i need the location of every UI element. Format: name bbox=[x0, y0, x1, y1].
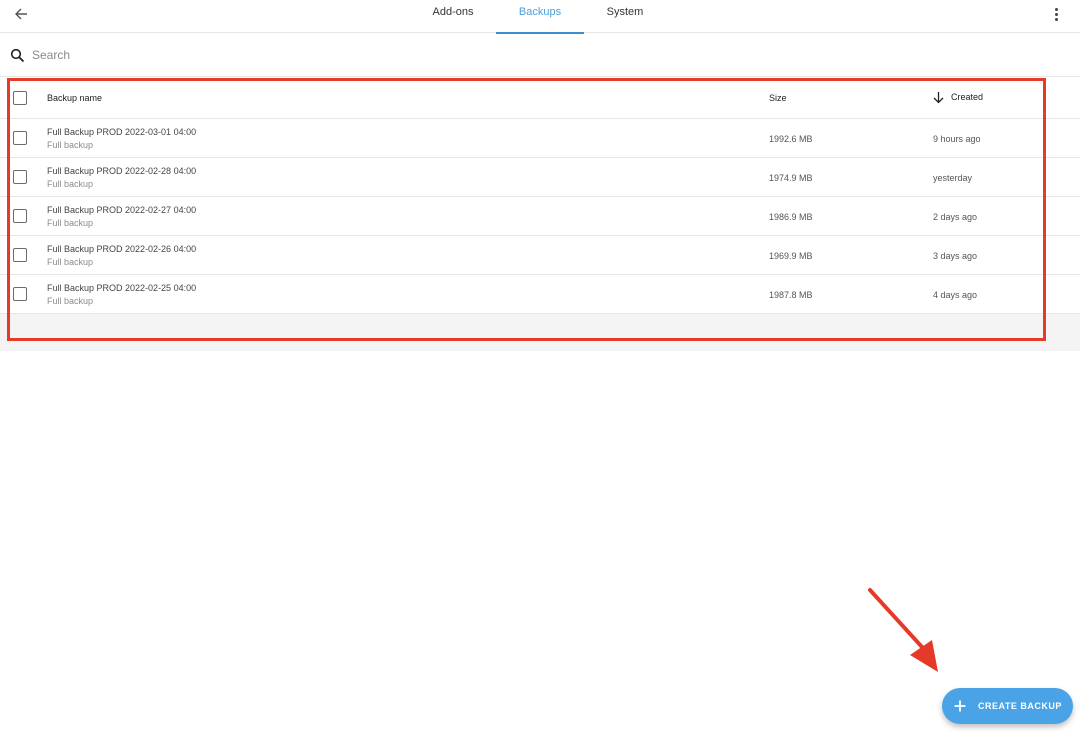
plus-icon bbox=[954, 700, 966, 712]
backup-created: yesterday bbox=[933, 173, 973, 183]
row-checkbox[interactable] bbox=[13, 287, 27, 301]
table-row[interactable]: Full Backup PROD 2022-02-25 04:00 Full b… bbox=[0, 275, 1080, 314]
table-row[interactable]: Full Backup PROD 2022-02-27 04:00 Full b… bbox=[0, 197, 1080, 236]
column-header-created[interactable]: Created bbox=[931, 90, 983, 104]
row-checkbox[interactable] bbox=[13, 170, 27, 184]
tab-add-ons[interactable]: Add-ons bbox=[410, 0, 496, 33]
backup-size: 1992.6 MB bbox=[769, 134, 813, 144]
backup-size: 1974.9 MB bbox=[769, 173, 813, 183]
top-bar: Add-ons Backups System bbox=[0, 0, 1080, 34]
backup-created: 9 hours ago bbox=[933, 134, 981, 144]
search-icon bbox=[9, 47, 25, 63]
table-row[interactable]: Full Backup PROD 2022-02-28 04:00 Full b… bbox=[0, 158, 1080, 197]
backup-type: Full backup bbox=[47, 140, 94, 150]
search-bar bbox=[0, 34, 1080, 77]
backup-type: Full backup bbox=[47, 257, 94, 267]
backups-table: Backup name Size Created Full Backup PRO… bbox=[0, 77, 1080, 351]
more-vertical-icon[interactable] bbox=[1046, 4, 1066, 24]
table-footer bbox=[0, 314, 1080, 351]
create-backup-button[interactable]: CREATE BACKUP bbox=[942, 688, 1073, 724]
column-header-size[interactable]: Size bbox=[769, 93, 787, 103]
row-checkbox[interactable] bbox=[13, 248, 27, 262]
backup-name: Full Backup PROD 2022-02-26 04:00 bbox=[47, 244, 197, 254]
backup-type: Full backup bbox=[47, 179, 94, 189]
table-header: Backup name Size Created bbox=[0, 77, 1080, 119]
backup-created: 3 days ago bbox=[933, 251, 978, 261]
tab-system[interactable]: System bbox=[584, 0, 666, 33]
backup-size: 1986.9 MB bbox=[769, 212, 813, 222]
column-header-backup-name[interactable]: Backup name bbox=[47, 93, 102, 103]
annotation-arrow-icon bbox=[868, 588, 938, 672]
backup-created: 2 days ago bbox=[933, 212, 978, 222]
backup-type: Full backup bbox=[47, 218, 94, 228]
tab-backups[interactable]: Backups bbox=[496, 0, 584, 34]
arrow-left-icon bbox=[15, 8, 27, 20]
backup-size: 1969.9 MB bbox=[769, 251, 813, 261]
backup-type: Full backup bbox=[47, 296, 94, 306]
arrow-down-icon bbox=[931, 90, 945, 104]
backup-name: Full Backup PROD 2022-02-25 04:00 bbox=[47, 283, 197, 293]
backup-name: Full Backup PROD 2022-02-27 04:00 bbox=[47, 205, 197, 215]
column-header-created-label: Created bbox=[951, 92, 984, 102]
table-row[interactable]: Full Backup PROD 2022-02-26 04:00 Full b… bbox=[0, 236, 1080, 275]
row-checkbox[interactable] bbox=[13, 209, 27, 223]
backup-name: Full Backup PROD 2022-02-28 04:00 bbox=[47, 166, 197, 176]
row-checkbox[interactable] bbox=[13, 131, 27, 145]
tab-bar: Add-ons Backups System bbox=[410, 0, 666, 34]
select-all-checkbox[interactable] bbox=[13, 91, 27, 105]
backup-name: Full Backup PROD 2022-03-01 04:00 bbox=[47, 127, 197, 137]
backup-size: 1987.8 MB bbox=[769, 290, 813, 300]
backup-created: 4 days ago bbox=[933, 290, 978, 300]
back-button[interactable] bbox=[10, 3, 32, 25]
table-row[interactable]: Full Backup PROD 2022-03-01 04:00 Full b… bbox=[0, 119, 1080, 158]
search-input[interactable] bbox=[32, 48, 932, 62]
create-backup-label: CREATE BACKUP bbox=[978, 701, 1062, 711]
